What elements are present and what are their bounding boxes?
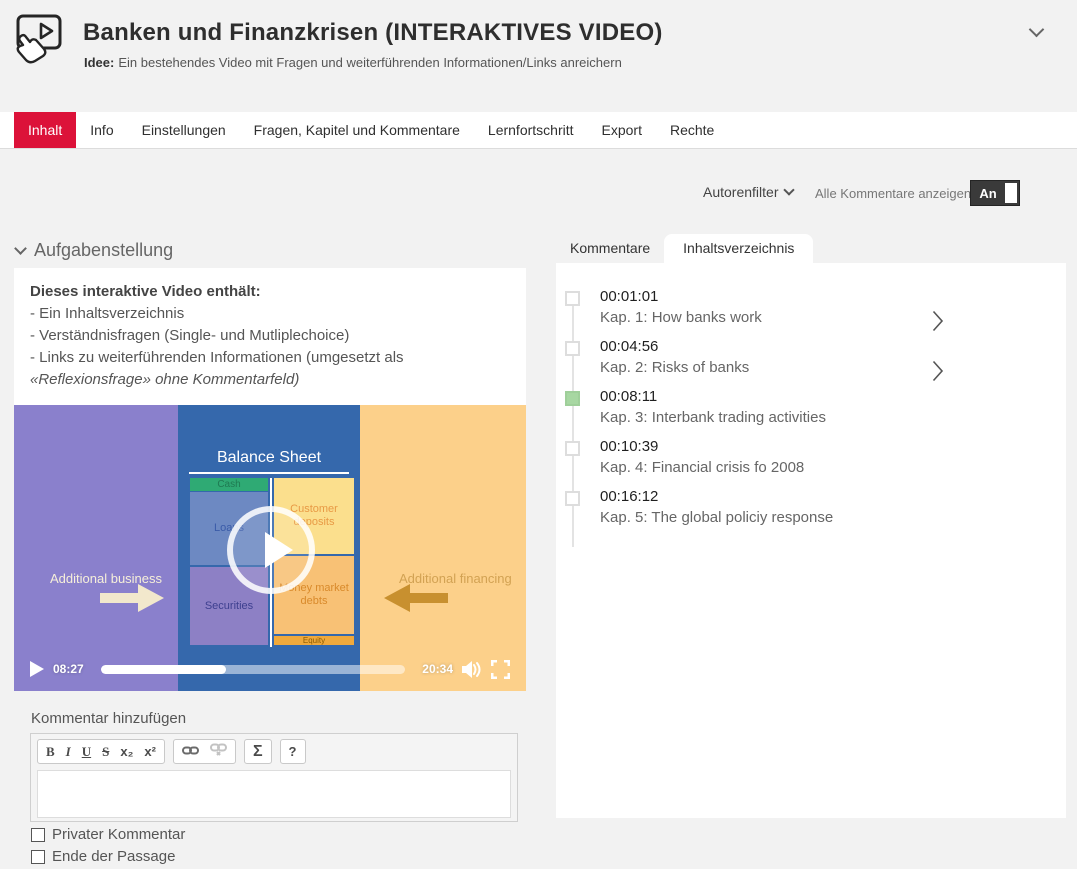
duration: 20:34 <box>422 662 453 676</box>
end-of-passage-checkbox[interactable] <box>31 850 45 864</box>
private-comment-checkbox-row[interactable]: Privater Kommentar <box>31 826 185 843</box>
chapter-item[interactable]: 00:04:56 Kap. 2: Risks of banks <box>556 338 1066 388</box>
tab-rechte[interactable]: Rechte <box>656 112 728 148</box>
strikethrough-button[interactable]: S <box>102 744 109 760</box>
end-of-passage-label: Ende der Passage <box>52 848 175 865</box>
interactive-video-icon <box>14 10 72 64</box>
author-filter-label: Autorenfilter <box>703 184 778 200</box>
chapter-title: Kap. 5: The global policiy response <box>600 509 1066 526</box>
add-comment-label: Kommentar hinzufügen <box>31 710 186 727</box>
subtitle-label: Idee: <box>84 55 114 70</box>
show-all-comments-toggle[interactable]: An <box>970 180 1020 206</box>
right-panel-tabs: Kommentare Inhaltsverzeichnis <box>556 236 813 263</box>
chapter-item[interactable]: 00:16:12 Kap. 5: The global policiy resp… <box>556 488 1066 538</box>
collapse-header-chevron-icon[interactable] <box>1031 22 1051 42</box>
chapter-time: 00:08:11 <box>600 388 1066 405</box>
subtitle-text: Ein bestehendes Video mit Fragen und wei… <box>118 55 621 70</box>
chapter-item[interactable]: 00:08:11 Kap. 3: Interbank trading activ… <box>556 388 1066 438</box>
end-of-passage-checkbox-row[interactable]: Ende der Passage <box>31 848 175 865</box>
chevron-right-icon[interactable] <box>932 360 944 382</box>
video-progress-fill <box>101 665 226 674</box>
chapter-checkbox[interactable] <box>565 341 580 356</box>
task-info-box: Dieses interaktive Video enthält: - Ein … <box>14 268 526 406</box>
private-comment-checkbox[interactable] <box>31 828 45 842</box>
equity-box: Equity <box>274 636 354 645</box>
page-subtitle: Idee: Ein bestehendes Video mit Fragen un… <box>84 55 622 70</box>
chapter-item[interactable]: 00:10:39 Kap. 4: Financial crisis fo 200… <box>556 438 1066 488</box>
chapter-time: 00:16:12 <box>600 488 1066 505</box>
big-play-button[interactable] <box>227 506 315 594</box>
video-thumb-right-panel: Additional financing <box>360 405 526 691</box>
task-section-title: Aufgabenstellung <box>34 240 173 261</box>
bold-button[interactable]: B <box>46 744 55 760</box>
chapter-time: 00:01:01 <box>600 288 1066 305</box>
info-line: - Links zu weiterführenden Informationen… <box>30 347 510 391</box>
toggle-state-label: An <box>971 186 1005 201</box>
chevron-down-icon <box>14 242 27 255</box>
info-heading: Dieses interaktive Video enthält: <box>30 281 510 303</box>
arrow-right-icon <box>100 582 166 614</box>
video-thumb-left-panel: Additional business <box>14 405 178 691</box>
chapter-time: 00:04:56 <box>600 338 1066 355</box>
comment-input[interactable] <box>37 770 511 818</box>
balance-sheet-title: Balance Sheet <box>178 449 360 467</box>
tab-inhalt[interactable]: Inhalt <box>14 112 76 148</box>
play-icon <box>265 532 293 568</box>
underline-button[interactable]: U <box>82 744 91 760</box>
link-icon[interactable] <box>182 743 199 761</box>
comment-editor: B I U S x₂ x² Σ ? <box>30 733 518 822</box>
tab-fragen-kapitel-kommentare[interactable]: Fragen, Kapitel und Kommentare <box>240 112 474 148</box>
chapter-checkbox[interactable] <box>565 491 580 506</box>
main-tab-bar: Inhalt Info Einstellungen Fragen, Kapite… <box>0 112 1077 149</box>
chevron-down-icon <box>784 184 795 195</box>
task-section-toggle[interactable]: Aufgabenstellung <box>16 240 173 261</box>
tab-einstellungen[interactable]: Einstellungen <box>128 112 240 148</box>
chapter-checkbox[interactable] <box>565 441 580 456</box>
chapter-item[interactable]: 00:01:01 Kap. 1: How banks work <box>556 288 1066 338</box>
subscript-button[interactable]: x₂ <box>120 744 133 759</box>
video-player[interactable]: Additional business Balance Sheet Cash L… <box>14 405 526 691</box>
play-button[interactable] <box>30 661 44 677</box>
chapter-title: Kap. 2: Risks of banks <box>600 359 1066 376</box>
tab-inhaltsverzeichnis[interactable]: Inhaltsverzeichnis <box>664 234 813 263</box>
arrow-left-icon <box>382 582 448 614</box>
unlink-icon[interactable] <box>210 743 227 761</box>
chapter-title: Kap. 1: How banks work <box>600 309 1066 326</box>
fullscreen-icon[interactable] <box>491 660 510 679</box>
superscript-button[interactable]: x² <box>144 744 156 759</box>
private-comment-label: Privater Kommentar <box>52 826 185 843</box>
toggle-knob <box>1005 183 1017 203</box>
chevron-right-icon[interactable] <box>932 310 944 332</box>
tab-export[interactable]: Export <box>588 112 656 148</box>
page-title: Banken und Finanzkrisen (INTERAKTIVES VI… <box>83 19 663 47</box>
info-line: - Ein Inhaltsverzeichnis <box>30 303 510 325</box>
divider <box>189 472 349 474</box>
tab-lernfortschritt[interactable]: Lernfortschritt <box>474 112 588 148</box>
italic-button[interactable]: I <box>66 744 71 760</box>
show-all-comments-label: Alle Kommentare anzeigen: <box>815 186 975 201</box>
author-filter-dropdown[interactable]: Autorenfilter <box>703 184 793 200</box>
tab-kommentare[interactable]: Kommentare <box>556 234 664 263</box>
chapter-checkbox-checked[interactable] <box>565 391 580 406</box>
cash-box: Cash <box>190 478 268 491</box>
chapter-checkbox[interactable] <box>565 291 580 306</box>
editor-toolbar: B I U S x₂ x² Σ ? <box>37 739 511 764</box>
video-controls: 08:27 20:34 <box>14 654 526 684</box>
help-button[interactable]: ? <box>289 744 297 759</box>
chapter-title: Kap. 3: Interbank trading activities <box>600 409 1066 426</box>
formula-button[interactable]: Σ <box>253 743 263 761</box>
chapter-time: 00:10:39 <box>600 438 1066 455</box>
volume-icon[interactable] <box>462 661 482 678</box>
tab-info[interactable]: Info <box>76 112 127 148</box>
info-line: - Verständnisfragen (Single- und Mutlipl… <box>30 325 510 347</box>
progress-bar[interactable] <box>101 665 406 674</box>
current-time: 08:27 <box>53 662 84 676</box>
chapter-title: Kap. 4: Financial crisis fo 2008 <box>600 459 1066 476</box>
table-of-contents-panel: 00:01:01 Kap. 1: How banks work 00:04:56… <box>556 263 1066 818</box>
